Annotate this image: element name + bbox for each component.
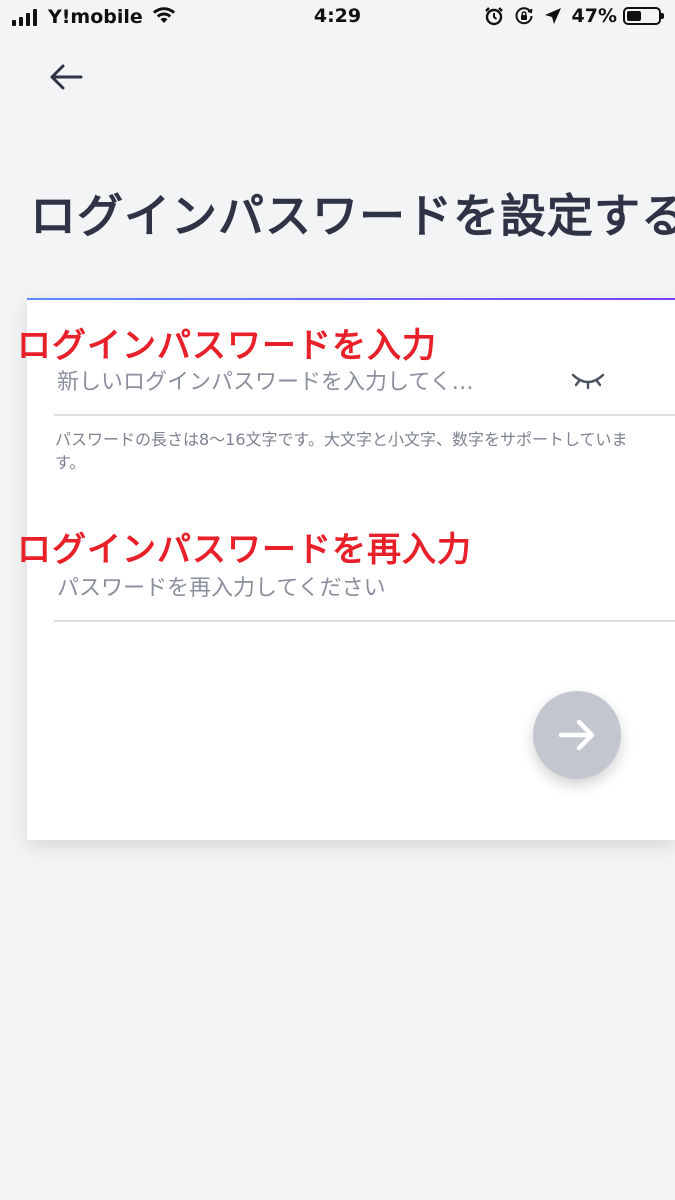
eye-closed-icon	[571, 373, 605, 389]
battery-icon	[623, 7, 664, 25]
password-visibility-toggle[interactable]	[568, 364, 608, 394]
battery-fill	[627, 11, 641, 21]
alarm-icon	[484, 6, 504, 26]
arrow-left-icon	[50, 64, 83, 90]
status-right: 47%	[474, 5, 664, 27]
password-input[interactable]	[57, 362, 547, 402]
card-accent-line	[27, 298, 675, 300]
battery-percent: 47%	[571, 5, 617, 27]
password-underline	[54, 414, 675, 416]
next-button[interactable]	[533, 691, 621, 779]
back-button[interactable]	[42, 56, 90, 98]
password-hint: パスワードの長さは8～16文字です。大文字と小文字、数字をサポートしています。	[55, 430, 628, 472]
orientation-lock-icon	[514, 6, 534, 26]
confirm-underline	[54, 620, 675, 622]
password-label: ログインパスワードを入力	[17, 326, 437, 366]
confirm-password-input[interactable]	[57, 568, 617, 608]
confirm-label: ログインパスワードを再入力	[17, 530, 472, 570]
location-icon	[544, 7, 562, 25]
status-bar: Y!mobile 4:29 47%	[0, 0, 675, 38]
page-title: ログインパスワードを設定する	[30, 189, 675, 243]
arrow-right-icon	[558, 719, 595, 751]
